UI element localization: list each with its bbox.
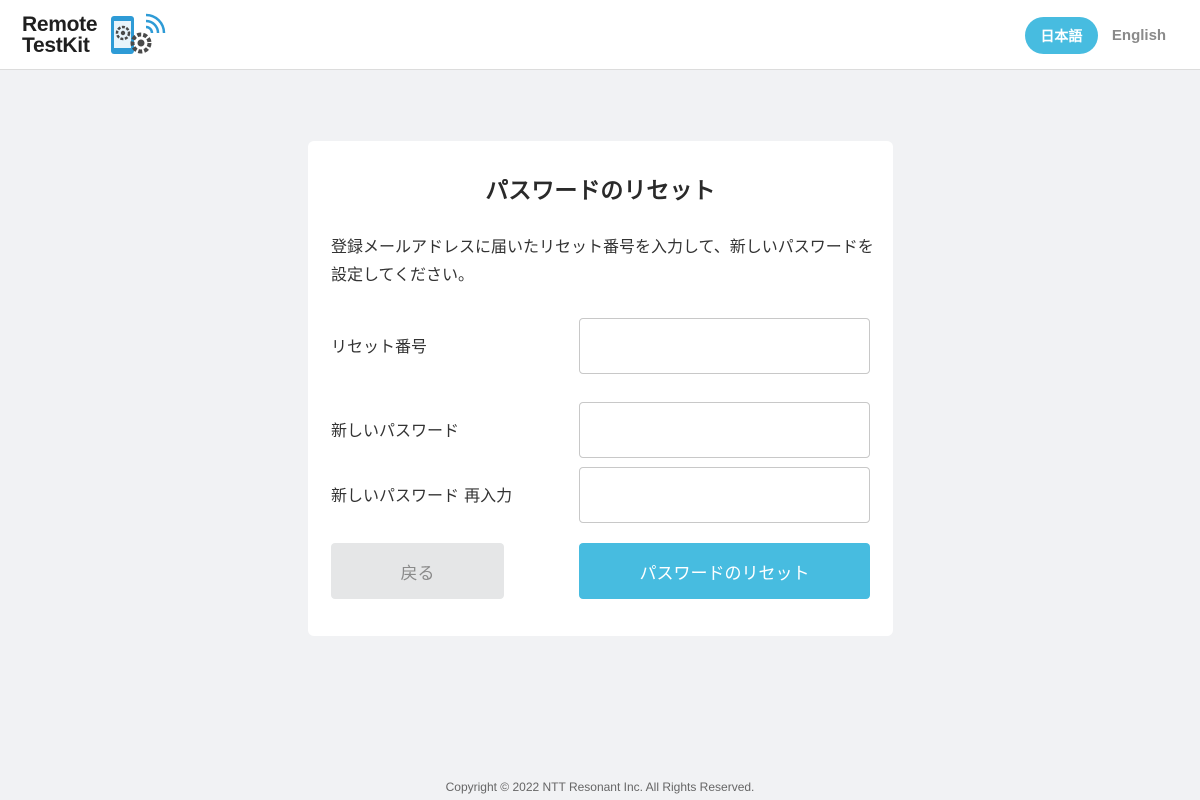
password-reset-card: パスワードのリセット 登録メールアドレスに届いたリセット番号を入力して、新しいパ… [308, 141, 893, 636]
confirm-password-input[interactable] [579, 467, 870, 523]
logo[interactable]: Remote TestKit [22, 12, 170, 58]
confirm-password-label: 新しいパスワード 再入力 [331, 486, 513, 505]
reset-code-label: リセット番号 [331, 337, 428, 356]
header: Remote TestKit 日本語 English [0, 0, 1200, 70]
phone-gear-wifi-icon [111, 13, 166, 54]
logo-line-2: TestKit [22, 34, 90, 57]
language-japanese-button[interactable]: 日本語 [1025, 17, 1098, 54]
logo-line-1: Remote [22, 13, 98, 36]
reset-password-button[interactable]: パスワードのリセット [579, 543, 870, 599]
card-description: 登録メールアドレスに届いたリセット番号を入力して、新しいパスワードを設定してくだ… [331, 237, 874, 284]
back-button[interactable]: 戻る [331, 543, 504, 599]
footer-copyright: Copyright © 2022 NTT Resonant Inc. All R… [445, 780, 755, 794]
card-title: パスワードのリセット [485, 178, 716, 204]
reset-code-input[interactable] [579, 318, 870, 374]
logo-text: Remote TestKit [22, 13, 98, 57]
new-password-label: 新しいパスワード [331, 421, 460, 440]
new-password-input[interactable] [579, 402, 870, 458]
language-english-button[interactable]: English [1107, 17, 1171, 54]
